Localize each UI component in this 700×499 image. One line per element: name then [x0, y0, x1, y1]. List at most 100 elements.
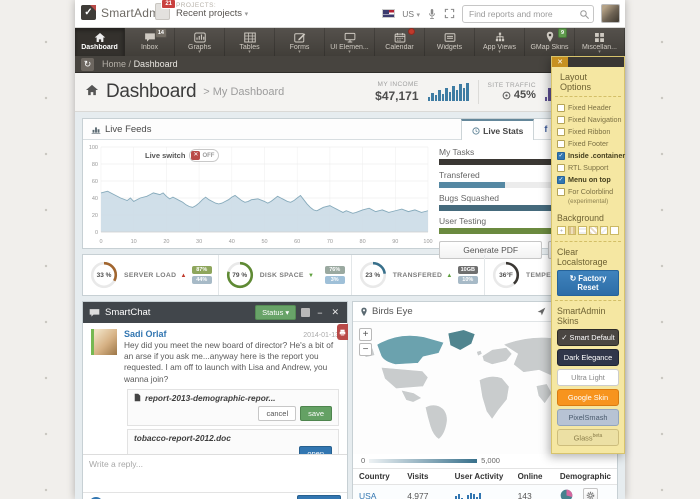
- nav-item-forms[interactable]: Forms▾: [275, 28, 325, 56]
- map-zoom-out-button[interactable]: −: [359, 343, 372, 356]
- smartadmin-skins-label: SmartAdmin Skins: [557, 306, 619, 326]
- file-name: report-2013-demographic-repor...: [134, 393, 332, 403]
- sender-name[interactable]: Sadi Orlaf: [124, 329, 167, 339]
- page-subtitle: > My Dashboard: [203, 86, 284, 98]
- breadcrumb[interactable]: Home / Dashboard: [102, 59, 178, 69]
- svg-text:30: 30: [196, 239, 202, 245]
- nav-item-app-views[interactable]: App Views▾: [475, 28, 525, 56]
- nav-item-ui-elements[interactable]: UI Elemen...▾: [325, 28, 375, 56]
- activity-sparkline: [455, 490, 506, 499]
- demographic-pie: [560, 489, 573, 499]
- smartchat-panel: SmartChat Status ▾ − ✕ Sadi Orlaf: [82, 301, 348, 499]
- reply-button[interactable]: Reply: [297, 495, 341, 499]
- skin-button-google[interactable]: Google Skin: [557, 389, 619, 406]
- projects-dropdown[interactable]: 21 PROJECTS: Recent projects ▾: [155, 2, 248, 20]
- live-stats-strip: 33 % SERVER LOAD ▲ 87%44% 79 % DISK SPAC…: [82, 254, 618, 296]
- refresh-icon[interactable]: ↻: [81, 58, 94, 71]
- reply-textarea[interactable]: [83, 454, 347, 487]
- nav-item-inbox[interactable]: 14 Inbox: [125, 28, 175, 56]
- microphone-icon[interactable]: [427, 8, 437, 20]
- close-icon[interactable]: ✕: [329, 307, 341, 318]
- search-input[interactable]: [462, 5, 594, 23]
- toggle-off-icon: ✕: [191, 151, 200, 160]
- gauge: 33 %: [89, 260, 119, 290]
- message-text: Hey did you meet the new board of direct…: [124, 340, 339, 385]
- gmap-badge: 9: [558, 28, 567, 38]
- nav-item-widgets[interactable]: Widgets: [425, 28, 475, 56]
- stat-transfered[interactable]: 23 % TRANSFERED ▲ 10GB10%: [351, 255, 484, 295]
- cancel-button[interactable]: cancel: [258, 406, 296, 421]
- background-swatch[interactable]: [610, 226, 619, 235]
- nav-item-miscellaneous[interactable]: Miscellan...▾: [575, 28, 625, 56]
- skin-button-dark[interactable]: Dark Elegance: [557, 349, 619, 366]
- row-settings-gear-icon[interactable]: [583, 488, 598, 499]
- tab-live-stats[interactable]: Live Stats: [461, 119, 534, 140]
- page-title: Dashboard: [106, 81, 196, 103]
- live-switch-toggle[interactable]: ✕ OFF: [189, 149, 219, 162]
- clock-icon: [472, 127, 480, 135]
- nav-item-tables[interactable]: Tables▾: [225, 28, 275, 56]
- layout-checkbox-fixed-footer[interactable]: Fixed Footer: [557, 139, 619, 148]
- search-icon[interactable]: [579, 7, 590, 25]
- svg-text:60: 60: [92, 179, 98, 185]
- background-swatch[interactable]: [568, 226, 577, 235]
- svg-text:90: 90: [392, 239, 398, 245]
- skin-button-smart[interactable]: ✓ Smart Default: [557, 329, 619, 346]
- background-swatch[interactable]: [600, 226, 609, 235]
- chat-message: Sadi Orlaf 2014-01-13 Hey did you meet t…: [91, 329, 339, 385]
- forms-icon: [275, 30, 324, 43]
- status-dropdown[interactable]: Status ▾: [255, 305, 296, 320]
- skin-button-pixel[interactable]: PixelSmash: [557, 409, 619, 426]
- chat-alert-tab[interactable]: [337, 324, 348, 340]
- background-swatch[interactable]: [557, 226, 566, 235]
- layout-checkbox-for-colorblind[interactable]: For Colorblind: [557, 187, 619, 196]
- layout-checkbox-rtl-support[interactable]: RTL Support: [557, 163, 619, 172]
- locale-select[interactable]: US ▾: [402, 9, 420, 19]
- country-link[interactable]: USA: [359, 491, 376, 499]
- app-views-icon: [475, 30, 524, 43]
- layout-checkbox-fixed-header[interactable]: Fixed Header: [557, 103, 619, 112]
- layout-checkbox-fixed-ribbon[interactable]: Fixed Ribbon: [557, 127, 619, 136]
- layout-checkbox-fixed-navigation[interactable]: Fixed Navigation: [557, 115, 619, 124]
- file-icon: [134, 393, 141, 402]
- main-navigation: Dashboard 14 Inbox Graphs▾ Tables▾ Forms…: [75, 28, 625, 56]
- logo-icon: ✓: [81, 5, 96, 20]
- target-icon: [502, 91, 511, 100]
- nav-item-graphs[interactable]: Graphs▾: [175, 28, 225, 56]
- stat-label: DISK SPACE ▼: [260, 272, 314, 279]
- stat-badges: 10GB10%: [458, 266, 478, 284]
- live-switch-label: Live switch: [145, 151, 185, 160]
- skin-button-glass[interactable]: Glassbeta: [557, 429, 619, 446]
- fullscreen-icon[interactable]: [444, 8, 455, 19]
- stat-badges: 87%44%: [192, 266, 212, 284]
- printer-icon: [339, 329, 346, 336]
- bar-chart-icon: [91, 125, 101, 134]
- layout-checkbox-menu-on-top[interactable]: ✓Menu on top: [557, 175, 619, 184]
- layout-checkbox-inside-container[interactable]: ✓Inside .container: [557, 151, 619, 160]
- ui-elements-icon: [325, 30, 374, 43]
- user-avatar[interactable]: [601, 4, 620, 23]
- experimental-note: (experimental): [568, 198, 619, 205]
- nav-item-calendar[interactable]: Calendar: [375, 28, 425, 56]
- stat-server-load[interactable]: 33 % SERVER LOAD ▲ 87%44%: [83, 255, 218, 295]
- minimize-icon[interactable]: −: [315, 308, 324, 318]
- skin-button-light[interactable]: Ultra Light: [557, 369, 619, 386]
- gauge: 36°F: [491, 260, 521, 290]
- factory-reset-button[interactable]: ↻ Factory Reset: [557, 270, 619, 296]
- open-button[interactable]: open: [299, 446, 332, 454]
- nav-item-dashboard[interactable]: Dashboard: [75, 28, 125, 56]
- live-feeds-panel: Live Feeds Live Stats f Social Network: [82, 118, 618, 249]
- map-zoom-in-button[interactable]: +: [359, 328, 372, 341]
- background-swatch[interactable]: [578, 226, 587, 235]
- layout-checkbox-list: Fixed Header Fixed Navigation Fixed Ribbon…: [552, 99, 624, 208]
- facebook-icon: f: [544, 124, 547, 134]
- live-feeds-chart[interactable]: 0102030405060708090100020406080100 Live …: [83, 140, 435, 248]
- chat-messages[interactable]: Sadi Orlaf 2014-01-13 Hey did you meet t…: [83, 323, 347, 454]
- save-button[interactable]: save: [300, 406, 332, 421]
- stat-disk-space[interactable]: 79 % DISK SPACE ▼ 76%3%: [218, 255, 351, 295]
- restore-icon[interactable]: [301, 308, 310, 317]
- birds-eye-title: Birds Eye: [372, 306, 413, 317]
- background-swatch[interactable]: [589, 226, 598, 235]
- close-icon[interactable]: ✕: [552, 57, 568, 67]
- nav-item-gmap-skins[interactable]: 9 GMap Skins: [525, 28, 575, 56]
